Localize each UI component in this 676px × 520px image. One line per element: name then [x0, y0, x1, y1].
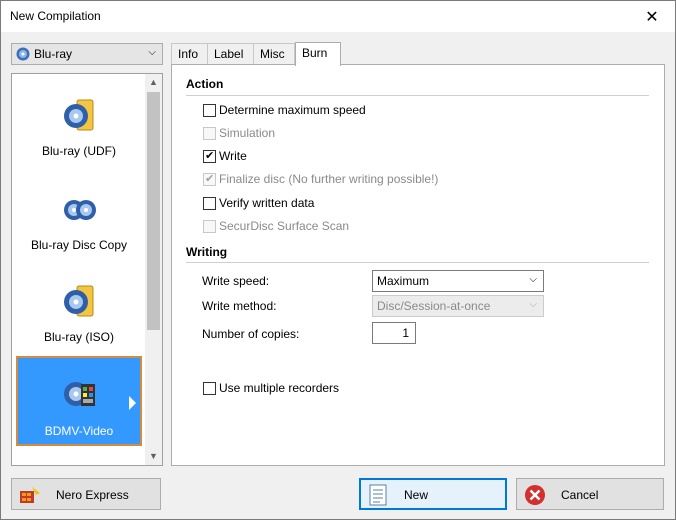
disc-type-dropdown[interactable]: Blu-ray ⌵ [11, 43, 163, 65]
multiple-recorders-checkbox[interactable]: Use multiple recorders [203, 380, 339, 396]
tab-label: Label [214, 47, 244, 61]
list-item-label: Blu-ray Disc Copy [30, 238, 128, 252]
title-bar: New Compilation ✕ [1, 1, 675, 32]
checkmark-icon: ✔ [205, 172, 215, 185]
bluray-copy-icon [63, 192, 97, 228]
write-speed-label: Write speed: [202, 274, 270, 288]
list-item-label: Blu-ray (UDF) [42, 144, 116, 158]
new-compilation-window: New Compilation ✕ Blu-ray ⌵ Blu-ray (UDF… [0, 0, 676, 520]
tab-label: Burn [302, 46, 328, 60]
scroll-up-icon[interactable]: ▲ [145, 74, 162, 91]
tab-burn[interactable]: Burn [295, 42, 341, 66]
arrow-right-icon [129, 396, 136, 410]
bluray-udf-icon [63, 98, 97, 134]
determine-max-speed-checkbox[interactable]: Determine maximum speed [203, 102, 366, 118]
chevron-down-icon: ⌵ [148, 47, 156, 58]
bluray-disc-icon [16, 47, 30, 61]
compilation-type-list: Blu-ray (UDF) Blu-ray Disc Copy Blu-ray … [11, 73, 163, 466]
simulation-checkbox: Simulation [203, 125, 275, 141]
button-label: Cancel [561, 488, 599, 502]
write-method-dropdown: Disc/Session-at-once ⌵ [372, 295, 544, 317]
close-icon[interactable]: ✕ [629, 1, 675, 32]
divider [186, 262, 649, 263]
write-speed-value: Maximum [377, 274, 430, 288]
scroll-thumb[interactable] [147, 92, 160, 330]
checkbox-box [203, 219, 216, 233]
copies-input[interactable]: 1 [372, 322, 416, 344]
nero-express-button[interactable]: Nero Express [11, 478, 161, 510]
chevron-down-icon: ⌵ [529, 299, 537, 310]
chevron-down-icon: ⌵ [529, 274, 537, 285]
checkbox-label: Verify written data [219, 196, 315, 210]
securdisc-scan-checkbox: SecurDisc Surface Scan [203, 218, 349, 234]
checkbox-box[interactable] [203, 381, 216, 395]
list-item-bluray-iso[interactable]: Blu-ray (ISO) [16, 264, 142, 354]
verify-data-checkbox[interactable]: Verify written data [203, 195, 314, 211]
copies-label: Number of copies: [202, 327, 300, 341]
checkbox-box [203, 126, 216, 140]
tab-info[interactable]: Info [171, 43, 208, 64]
checkbox-label: Determine maximum speed [219, 103, 366, 117]
list-item-bdmv-video[interactable]: BDMV-Video [16, 356, 142, 446]
checkbox-label: Simulation [219, 126, 276, 140]
cancel-button[interactable]: Cancel [516, 478, 664, 510]
divider [186, 95, 649, 96]
list-scrollbar[interactable]: ▲ ▼ [145, 74, 162, 465]
tab-label[interactable]: Label [207, 43, 254, 64]
list-item-bluray-copy[interactable]: Blu-ray Disc Copy [16, 172, 142, 262]
checkbox-box: ✔ [203, 172, 216, 186]
finalize-disc-checkbox: ✔ Finalize disc (No further writing poss… [203, 171, 438, 187]
cancel-icon [523, 483, 547, 507]
burn-panel: Action Determine maximum speed Simulatio… [171, 64, 665, 466]
disc-type-value: Blu-ray [34, 47, 73, 61]
tab-label: Misc [260, 47, 285, 61]
bdmv-video-icon [63, 376, 97, 412]
tab-label: Info [178, 47, 199, 61]
scroll-down-icon[interactable]: ▼ [145, 448, 162, 465]
nero-express-icon [18, 483, 42, 507]
new-document-icon [366, 483, 390, 507]
checkbox-box[interactable] [203, 196, 216, 210]
write-method-label: Write method: [202, 299, 277, 313]
checkbox-box[interactable] [203, 103, 216, 117]
checkmark-icon: ✔ [205, 149, 215, 162]
checkbox-label: SecurDisc Surface Scan [219, 219, 350, 233]
checkbox-box[interactable]: ✔ [203, 149, 216, 163]
list-item-label: BDMV-Video [44, 424, 114, 438]
checkbox-label: Write [219, 149, 247, 163]
new-button[interactable]: New [359, 478, 507, 510]
window-title: New Compilation [10, 9, 101, 23]
writing-heading: Writing [186, 245, 228, 259]
list-item-bluray-udf[interactable]: Blu-ray (UDF) [16, 78, 142, 168]
tab-misc[interactable]: Misc [253, 43, 295, 64]
write-checkbox[interactable]: ✔ Write [203, 148, 247, 164]
action-heading: Action [186, 77, 224, 91]
checkbox-label: Finalize disc (No further writing possib… [219, 172, 439, 186]
button-label: Nero Express [56, 488, 129, 502]
list-item-label: Blu-ray (ISO) [43, 330, 114, 344]
button-label: New [404, 488, 429, 502]
checkbox-label: Use multiple recorders [219, 381, 340, 395]
write-speed-dropdown[interactable]: Maximum ⌵ [372, 270, 544, 292]
bluray-iso-icon [63, 284, 97, 320]
write-method-value: Disc/Session-at-once [377, 299, 491, 313]
